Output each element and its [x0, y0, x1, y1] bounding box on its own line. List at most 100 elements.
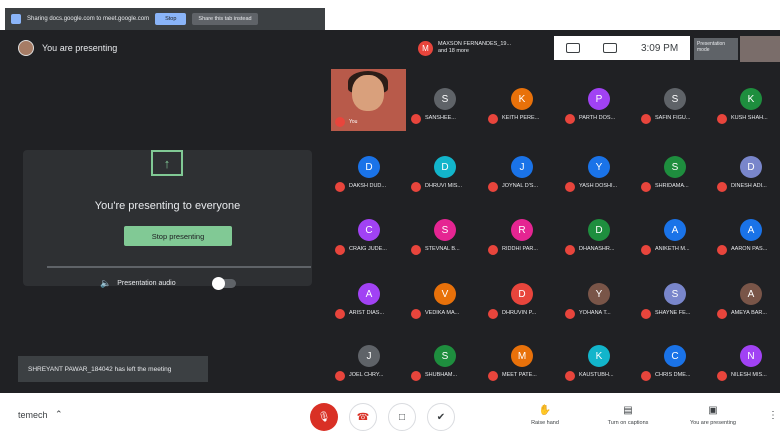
- meeting-toolbar: 3:09 PM: [554, 36, 690, 60]
- participant-name: DHRUVIN P...: [502, 310, 537, 316]
- participant-grid: You S SANSHEE... K KEITH PERE... P PARTH DOS.…: [331, 67, 780, 390]
- stop-sharing-button[interactable]: Stop: [155, 13, 187, 25]
- leave-call-button[interactable]: ☎: [349, 403, 377, 431]
- participant-avatar: D: [740, 156, 762, 178]
- participant-avatar: S: [434, 219, 456, 241]
- self-face: [352, 75, 384, 111]
- participant-name: ANIKETH M...: [655, 246, 690, 252]
- speaker-icon: 🔈: [100, 278, 112, 288]
- participant-tile[interactable]: S SHAYNE FE...: [637, 279, 713, 331]
- presentation-mode-tile[interactable]: Presentation mode: [694, 38, 738, 60]
- mic-off-icon: [335, 182, 345, 192]
- present-screen-icon: ↑: [151, 150, 183, 176]
- participant-tile[interactable]: D DHANASHR...: [561, 215, 637, 267]
- participant-tile[interactable]: V VEDIKA MA...: [407, 279, 483, 331]
- stop-presenting-button[interactable]: Stop presenting: [124, 226, 232, 246]
- participant-name: JOYNAL D'S...: [502, 183, 538, 189]
- participant-tile[interactable]: D DHRUVI MIS...: [407, 152, 483, 204]
- self-video-tile[interactable]: You: [331, 69, 406, 131]
- participant-tile[interactable]: C CRAIG JUDE...: [331, 215, 407, 267]
- participant-tile[interactable]: A ARIST DIAS...: [331, 279, 407, 331]
- participant-avatar: A: [740, 219, 762, 241]
- participant-tile[interactable]: K KAUSTUBH...: [561, 341, 637, 393]
- participant-name: NILESH MIS...: [731, 372, 767, 378]
- participant-avatar: S: [664, 156, 686, 178]
- mic-off-icon: [717, 182, 727, 192]
- participant-tile[interactable]: S STEVNAL B...: [407, 215, 483, 267]
- participant-tile[interactable]: S SHUBHAM...: [407, 341, 483, 393]
- participant-tile[interactable]: J JOEL CHRY...: [331, 341, 407, 393]
- participant-name: DHRUVI MIS...: [425, 183, 462, 189]
- participant-name: STEVNAL B...: [425, 246, 460, 252]
- participant-avatar: A: [664, 219, 686, 241]
- clock-time: 3:09 PM: [640, 42, 679, 54]
- mic-toggle-button[interactable]: 🎙: [310, 403, 338, 431]
- mic-off-icon: [411, 371, 421, 381]
- participant-tile[interactable]: C CHRIS DME...: [637, 341, 713, 393]
- present-button[interactable]: ✔: [427, 403, 455, 431]
- participant-tile[interactable]: D DINESH ADI...: [713, 152, 780, 204]
- participant-avatar: D: [434, 156, 456, 178]
- participant-tile[interactable]: A ANIKETH M...: [637, 215, 713, 267]
- participant-tile[interactable]: D DAKSH DUD...: [331, 152, 407, 204]
- chat-icon[interactable]: [603, 43, 618, 53]
- participants-chip[interactable]: M MAXSON FERNANDES_19... and 18 more: [418, 37, 550, 59]
- participant-avatar: K: [588, 345, 610, 367]
- participant-name: YOHANA T...: [579, 310, 611, 316]
- presenting-button[interactable]: ▣ You are presenting: [683, 405, 743, 426]
- participant-tile[interactable]: D DHRUVIN P...: [484, 279, 560, 331]
- mic-off-icon: [641, 245, 651, 255]
- participant-tile[interactable]: M MEET PATE...: [484, 341, 560, 393]
- presentation-audio-toggle[interactable]: [212, 277, 236, 290]
- mic-off-icon: [488, 371, 498, 381]
- participant-name: ARIST DIAS...: [349, 310, 385, 316]
- mic-off-icon: [488, 245, 498, 255]
- participant-tile[interactable]: S SHRIDAMA...: [637, 152, 713, 204]
- more-options-icon[interactable]: ⋮: [768, 410, 778, 421]
- self-name: You: [349, 119, 358, 125]
- mic-off-icon: [335, 309, 345, 319]
- mic-off-icon: [565, 309, 575, 319]
- share-this-tab-button[interactable]: Share this tab instead: [192, 13, 258, 25]
- mic-off-icon: [411, 182, 421, 192]
- participant-name: RIDDHI PAR...: [502, 246, 538, 252]
- participant-name: VEDIKA MA...: [425, 310, 460, 316]
- meeting-code[interactable]: temech: [18, 410, 48, 420]
- participant-avatar: R: [511, 219, 533, 241]
- participant-name: SHAYNE FE...: [655, 310, 691, 316]
- participant-avatar: V: [434, 283, 456, 305]
- participant-name: DAKSH DUD...: [349, 183, 386, 189]
- participant-tile[interactable]: S SAFIN FIGU...: [637, 84, 713, 136]
- participant-tile[interactable]: S SANSHEE...: [407, 84, 483, 136]
- present-icon: ▣: [708, 405, 718, 416]
- chevron-up-icon[interactable]: ⌃: [55, 409, 63, 420]
- participant-name: KUSH SHAH...: [731, 115, 768, 121]
- participant-avatar: D: [511, 283, 533, 305]
- participant-tile[interactable]: Y YOHANA T...: [561, 279, 637, 331]
- participant-tile[interactable]: K KEITH PERE...: [484, 84, 560, 136]
- participant-tile[interactable]: N NILESH MIS...: [713, 341, 780, 393]
- participant-tile[interactable]: P PARTH DOS...: [561, 84, 637, 136]
- participant-name: MAXSON FERNANDES_19...: [438, 41, 512, 47]
- participant-tile[interactable]: A AARON PAS...: [713, 215, 780, 267]
- participant-tile[interactable]: Y YASH DOSHI...: [561, 152, 637, 204]
- raise-hand-button[interactable]: ✋ Raise hand: [515, 405, 575, 426]
- participant-avatar: Y: [588, 156, 610, 178]
- participant-avatar: S: [434, 345, 456, 367]
- people-icon[interactable]: [565, 43, 580, 53]
- participant-name: PARTH DOS...: [579, 115, 616, 121]
- participant-avatar: Y: [588, 283, 610, 305]
- camera-toggle-button[interactable]: □: [388, 403, 416, 431]
- mic-off-icon: [488, 309, 498, 319]
- participant-tile[interactable]: J JOYNAL D'S...: [484, 152, 560, 204]
- participant-tile[interactable]: A AMEYA BAR...: [713, 279, 780, 331]
- mic-off-icon: [335, 117, 345, 127]
- captions-button[interactable]: ▤ Turn on captions: [598, 405, 658, 426]
- mic-off-icon: [565, 245, 575, 255]
- mic-off-icon: [565, 114, 575, 124]
- avatar: [18, 40, 34, 56]
- captions-icon: ▤: [623, 405, 633, 416]
- participant-tile[interactable]: R RIDDHI PAR...: [484, 215, 560, 267]
- participant-tile[interactable]: K KUSH SHAH...: [713, 84, 780, 136]
- mic-off-icon: [565, 371, 575, 381]
